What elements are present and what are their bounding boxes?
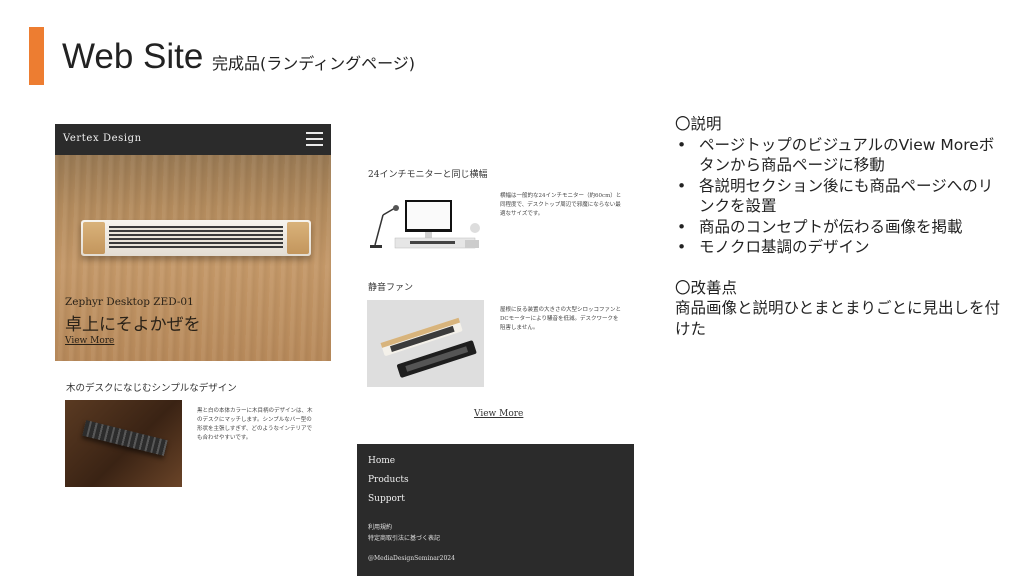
- footer-link-terms[interactable]: 利用規約: [368, 522, 392, 531]
- heater-wood-end-right: [287, 222, 309, 254]
- section-fan-text: 屋根に反る装置の大きさの大型シロッコファンとDCモーターにより騒音を低減。デスク…: [500, 307, 622, 332]
- section-width-heading: 24インチモニターと同じ横幅: [368, 170, 488, 180]
- hero-catchcopy: 卓上にそよかぜを: [65, 315, 201, 335]
- footer-link-support[interactable]: Support: [368, 494, 405, 504]
- landing-page-mock-bottom: 24インチモニターと同じ横幅 横幅は一般的な24インチモニター（約60cm）と同…: [357, 124, 634, 576]
- section-design-text: 黒と白の本体カラーに木目柄のデザインは、木のデスクにマッチします。シンプルなバー…: [197, 408, 313, 442]
- section-fan-heading: 静音ファン: [368, 283, 414, 293]
- improvement-heading: 〇改善点: [675, 278, 738, 297]
- footer-link-law[interactable]: 特定商取引法に基づく表記: [368, 533, 440, 542]
- explanation-item: 各説明セクション後にも商品ページへのリンクを設置: [675, 176, 1005, 217]
- notes-panel: 〇説明 ページトップのビジュアルのView Moreボタンから商品ページに移動 …: [675, 114, 1005, 339]
- heater-on-wood-desk: [82, 420, 168, 456]
- explanation-item: モノクロ基調のデザイン: [675, 237, 1005, 258]
- footer-link-products[interactable]: Products: [368, 475, 409, 485]
- footer-copyright: @MediaDesignSeminar2024: [368, 555, 455, 562]
- heater-grille: [109, 226, 283, 250]
- site-footer: Home Products Support 利用規約 特定商取引法に基づく表記 …: [357, 444, 634, 576]
- hamburger-menu-icon[interactable]: [306, 132, 323, 146]
- explanation-list: ページトップのビジュアルのView Moreボタンから商品ページに移動 各説明セ…: [675, 135, 1005, 258]
- brand-logo[interactable]: Vertex Design: [63, 133, 142, 144]
- site-header: Vertex Design: [55, 124, 331, 155]
- explanation-item: 商品のコンセプトが伝わる画像を掲載: [675, 217, 1005, 238]
- explanation-heading: 〇説明: [675, 115, 722, 133]
- hero-visual: Vertex Design Zephyr Desktop ZED-01 卓上にそ…: [55, 124, 331, 361]
- accent-bar: [29, 27, 44, 85]
- section-width-text: 横幅は一般的な24インチモニター（約60cm）と同程度で、デスクトップ周辺で邪魔…: [500, 193, 622, 218]
- explanation-item: ページトップのビジュアルのView Moreボタンから商品ページに移動: [675, 135, 1005, 176]
- heater-pair-image: [367, 300, 484, 387]
- view-more-link[interactable]: View More: [474, 409, 523, 419]
- section-design-heading: 木のデスクになじむシンプルなデザイン: [66, 383, 237, 394]
- landing-page-mock-top: Vertex Design Zephyr Desktop ZED-01 卓上にそ…: [55, 124, 331, 494]
- heater-wood-end-left: [83, 222, 105, 254]
- desk-monitor-image: [370, 200, 480, 249]
- heater-product-image: [81, 220, 311, 256]
- footer-link-home[interactable]: Home: [368, 456, 395, 466]
- product-name: Zephyr Desktop ZED-01: [65, 296, 194, 308]
- improvement-text: 商品画像と説明ひとまとまりごとに見出しを付けた: [675, 299, 1001, 338]
- slide-subtitle: 完成品(ランディングページ): [212, 54, 416, 73]
- section-design-image: [65, 400, 182, 487]
- slide-title: Web Site: [62, 37, 204, 76]
- hero-view-more-link[interactable]: View More: [65, 336, 114, 346]
